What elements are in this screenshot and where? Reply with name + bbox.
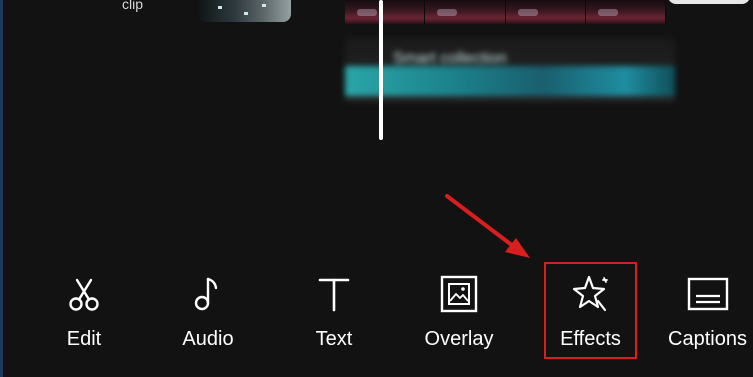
tool-audio-label: Audio (182, 328, 234, 350)
bottom-toolbar: Edit Audio Text Overlay Effects Captions (0, 262, 753, 362)
tool-text-label: Text (315, 328, 353, 350)
text-icon (318, 278, 350, 312)
tool-edit[interactable]: Edit (44, 262, 124, 362)
tool-edit-label: Edit (66, 328, 102, 350)
tool-overlay-label: Overlay (424, 328, 494, 350)
tool-captions[interactable]: Captions (662, 262, 753, 362)
tool-audio[interactable]: Audio (168, 262, 248, 362)
tool-text[interactable]: Text (294, 262, 374, 362)
scissors-icon (69, 278, 99, 311)
overlay-image-icon (440, 275, 478, 313)
captions-icon (687, 277, 728, 311)
tool-captions-label: Captions (668, 328, 747, 350)
effects-highlight-box (544, 262, 637, 359)
music-note-icon (194, 277, 218, 311)
tool-overlay[interactable]: Overlay (414, 262, 504, 362)
